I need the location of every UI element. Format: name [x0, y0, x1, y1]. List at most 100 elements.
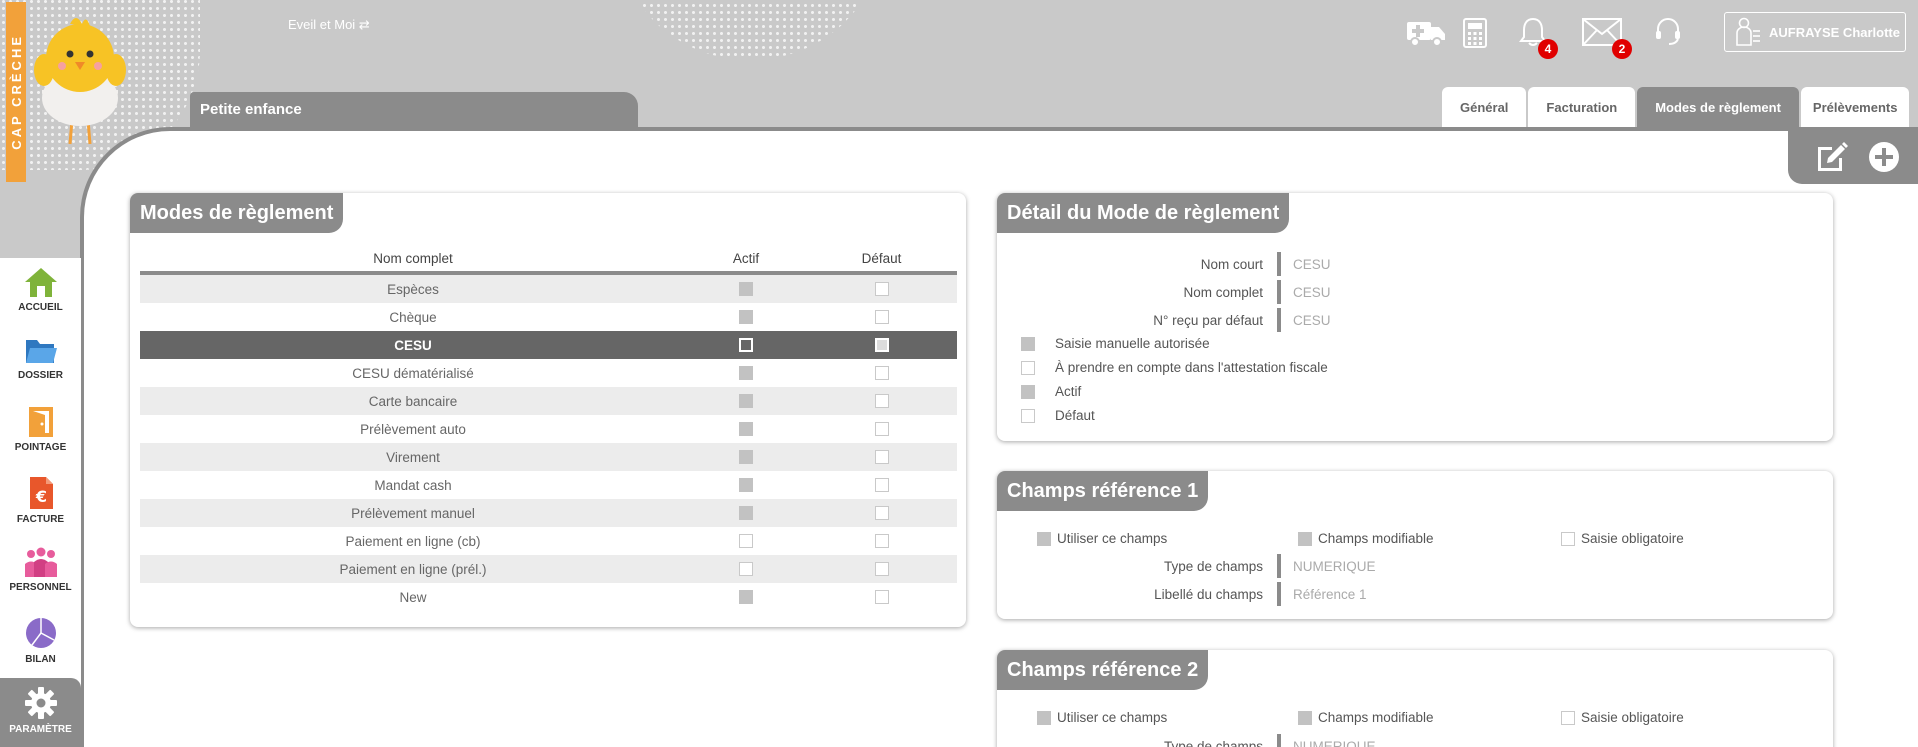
row-active-checkbox[interactable]: [739, 562, 753, 576]
sidebar-item-bilan[interactable]: BILAN: [0, 608, 81, 676]
table-row[interactable]: Virement: [140, 443, 957, 471]
ref1-editable-checkbox[interactable]: [1298, 531, 1312, 546]
fiscal-row: À prendre en compte dans l'attestation f…: [1021, 360, 1328, 375]
ref1-mandatory-checkbox[interactable]: [1561, 531, 1575, 546]
ref2-editable-checkbox[interactable]: [1298, 710, 1312, 725]
row-active-checkbox[interactable]: [739, 450, 753, 464]
fiscal-checkbox[interactable]: [1021, 360, 1035, 375]
user-menu[interactable]: AUFRAYSE Charlotte: [1724, 12, 1906, 52]
table-row[interactable]: CESU dématérialisé: [140, 359, 957, 387]
sidebar-item-parametre[interactable]: PARAMÈTRE: [0, 678, 81, 747]
row-active-cell: [686, 562, 806, 576]
row-default-checkbox[interactable]: [874, 478, 889, 492]
ref2-use-checkbox[interactable]: [1037, 710, 1051, 725]
ref2-type-label: Type de champs: [1163, 738, 1263, 747]
row-active-checkbox[interactable]: [739, 338, 753, 352]
row-active-checkbox[interactable]: [739, 310, 753, 324]
row-active-checkbox[interactable]: [739, 534, 753, 548]
sidebar-item-label: ACCUEIL: [18, 302, 63, 313]
home-icon: [24, 268, 57, 297]
messages-badge: 2: [1612, 39, 1632, 59]
tab-general[interactable]: Général: [1442, 87, 1527, 127]
row-active-checkbox[interactable]: [739, 478, 753, 492]
active-checkbox[interactable]: [1021, 384, 1035, 399]
modes-card-title: Modes de règlement: [130, 193, 344, 233]
row-active-checkbox[interactable]: [739, 506, 753, 520]
short-name-field[interactable]: CESU: [1277, 252, 1331, 276]
row-default-checkbox[interactable]: [874, 422, 889, 436]
row-default-cell: [806, 282, 957, 296]
ref2-editable-row: Champs modifiable: [1298, 710, 1434, 725]
row-default-checkbox[interactable]: [874, 282, 889, 296]
table-body: Espèces Chèque CESU CESU dématérialisé Carte…: [140, 275, 957, 611]
row-default-cell: [806, 366, 957, 380]
row-active-checkbox[interactable]: [739, 422, 753, 436]
table-row[interactable]: Chèque: [140, 303, 957, 331]
ref1-type-field[interactable]: NUMERIQUE: [1277, 554, 1376, 578]
row-active-checkbox[interactable]: [739, 282, 753, 296]
fiscal-label: À prendre en compte dans l'attestation f…: [1055, 360, 1328, 375]
manual-entry-checkbox[interactable]: [1021, 336, 1035, 351]
tab-facturation[interactable]: Facturation: [1528, 87, 1636, 127]
tab-modes-de-reglement[interactable]: Modes de règlement: [1637, 87, 1799, 127]
context-switch[interactable]: Eveil et Moi ⇄: [288, 17, 370, 33]
row-default-checkbox[interactable]: [874, 310, 889, 324]
table-row[interactable]: Carte bancaire: [140, 387, 957, 415]
sidebar-item-personnel[interactable]: PERSONNEL: [0, 538, 81, 606]
ref2-mandatory-checkbox[interactable]: [1561, 710, 1575, 725]
row-name: CESU: [394, 337, 432, 353]
headset-icon[interactable]: [1654, 16, 1682, 46]
row-name: Prélèvement auto: [360, 421, 466, 437]
default-checkbox[interactable]: [1021, 408, 1035, 423]
ref2-type-field[interactable]: NUMERIQUE: [1277, 734, 1376, 747]
table-row[interactable]: Paiement en ligne (cb): [140, 527, 957, 555]
table-row[interactable]: Prélèvement manuel: [140, 499, 957, 527]
sidebar-item-dossier[interactable]: DOSSIER: [0, 328, 81, 396]
row-name: Espèces: [387, 281, 439, 297]
full-name-field[interactable]: CESU: [1277, 280, 1331, 304]
row-active-checkbox[interactable]: [739, 590, 753, 604]
row-default-checkbox[interactable]: [874, 590, 889, 604]
row-default-checkbox[interactable]: [874, 338, 889, 352]
row-default-cell: [806, 506, 957, 520]
row-default-cell: [806, 310, 957, 324]
sidebar-item-pointage[interactable]: POINTAGE: [0, 398, 81, 466]
ambulance-icon[interactable]: [1406, 18, 1446, 48]
row-default-checkbox[interactable]: [874, 562, 889, 576]
row-active-cell: [686, 506, 806, 520]
sidebar-item-facture[interactable]: € FACTURE: [0, 468, 81, 536]
table-row[interactable]: Paiement en ligne (prél.): [140, 555, 957, 583]
edit-button[interactable]: [1814, 141, 1850, 173]
row-default-checkbox[interactable]: [874, 534, 889, 548]
brand-logo[interactable]: CAP CRÈCHE: [6, 2, 26, 182]
table-row[interactable]: Prélèvement auto: [140, 415, 957, 443]
row-default-checkbox[interactable]: [874, 506, 889, 520]
active-row: Actif: [1021, 384, 1081, 399]
ref1-editable-label: Champs modifiable: [1318, 531, 1434, 546]
add-button[interactable]: [1868, 141, 1900, 173]
ref1-label-field[interactable]: Référence 1: [1277, 582, 1367, 606]
ref2-mandatory-label: Saisie obligatoire: [1581, 710, 1684, 725]
calculator-icon[interactable]: [1463, 18, 1487, 48]
table-row[interactable]: Espèces: [140, 275, 957, 303]
sidebar-item-accueil[interactable]: ACCUEIL: [0, 258, 81, 326]
row-active-checkbox[interactable]: [739, 394, 753, 408]
row-default-checkbox[interactable]: [874, 366, 889, 380]
row-default-checkbox[interactable]: [874, 450, 889, 464]
row-active-checkbox[interactable]: [739, 366, 753, 380]
row-name: Paiement en ligne (prél.): [339, 561, 487, 577]
chick-mascot-icon: [34, 18, 126, 145]
tab-prelevements[interactable]: Prélèvements: [1800, 87, 1910, 127]
row-default-checkbox[interactable]: [874, 394, 889, 408]
ref1-label-row: Libellé du champs Référence 1: [997, 582, 1367, 606]
ref1-use-checkbox[interactable]: [1037, 531, 1051, 546]
row-name: New: [399, 589, 427, 605]
tab-bar: Général Facturation Modes de règlement P…: [1442, 87, 1911, 127]
row-active-cell: [686, 394, 806, 408]
sidebar-item-label: PARAMÈTRE: [9, 724, 72, 735]
receipt-field[interactable]: CESU: [1277, 308, 1331, 332]
table-row[interactable]: CESU: [140, 331, 957, 359]
table-row[interactable]: Mandat cash: [140, 471, 957, 499]
detail-card: Détail du Mode de règlement Nom court CE…: [997, 193, 1833, 441]
table-row[interactable]: New: [140, 583, 957, 611]
